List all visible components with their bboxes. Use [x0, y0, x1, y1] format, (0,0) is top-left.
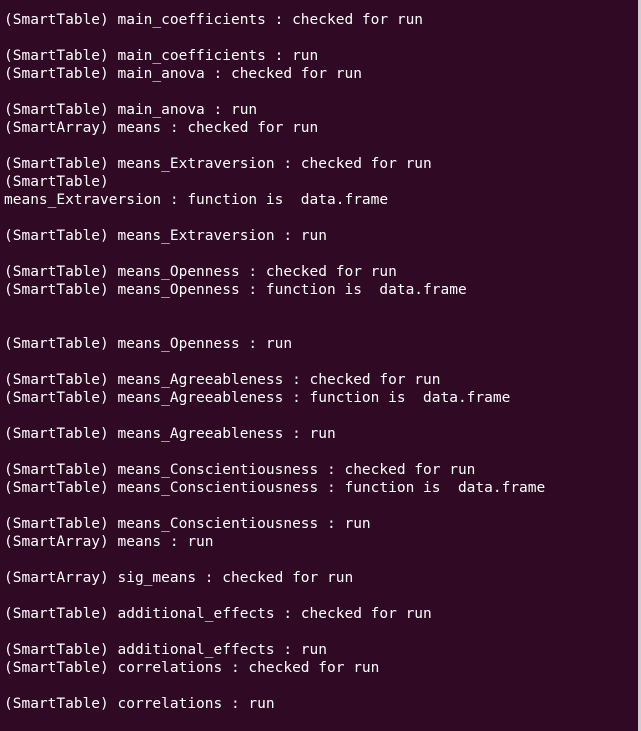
output-line: (SmartTable) means_Extraversion : run: [4, 228, 328, 244]
output-line: (SmartTable): [4, 174, 109, 190]
output-line: (SmartArray) means : run: [4, 534, 214, 550]
output-line: (SmartTable) means_Extraversion : checke…: [4, 156, 432, 172]
terminal-window[interactable]: (SmartTable) main_coefficients : checked…: [0, 0, 641, 731]
terminal-output: (SmartTable) main_coefficients : checked…: [4, 11, 634, 713]
output-line: (SmartTable) means_Openness : function i…: [4, 282, 467, 298]
output-line: (SmartTable) means_Openness : checked fo…: [4, 264, 397, 280]
output-line: means_Extraversion : function is data.fr…: [4, 192, 389, 208]
output-line: (SmartTable) main_anova : checked for ru…: [4, 66, 362, 82]
output-line: (SmartArray) means : checked for run: [4, 120, 319, 136]
output-line: (SmartTable) means_Agreeableness : run: [4, 426, 336, 442]
output-line: (SmartTable) means_Openness : run: [4, 336, 293, 352]
output-line: (SmartTable) additional_effects : run: [4, 642, 328, 658]
output-line: (SmartTable) main_coefficients : checked…: [4, 12, 424, 28]
output-line: (SmartTable) means_Agreeableness : funct…: [4, 390, 511, 406]
output-line: (SmartTable) means_Agreeableness : check…: [4, 372, 441, 388]
output-line: (SmartTable) correlations : run: [4, 696, 275, 712]
output-line: (SmartTable) correlations : checked for …: [4, 660, 380, 676]
output-line: (SmartTable) means_Conscientiousness : c…: [4, 462, 476, 478]
output-line: (SmartTable) main_coefficients : run: [4, 48, 319, 64]
output-line: (SmartArray) sig_means : checked for run: [4, 570, 354, 586]
output-line: (SmartTable) means_Conscientiousness : f…: [4, 480, 546, 496]
output-line: (SmartTable) means_Conscientiousness : r…: [4, 516, 371, 532]
output-line: (SmartTable) main_anova : run: [4, 102, 258, 118]
output-line: (SmartTable) additional_effects : checke…: [4, 606, 432, 622]
